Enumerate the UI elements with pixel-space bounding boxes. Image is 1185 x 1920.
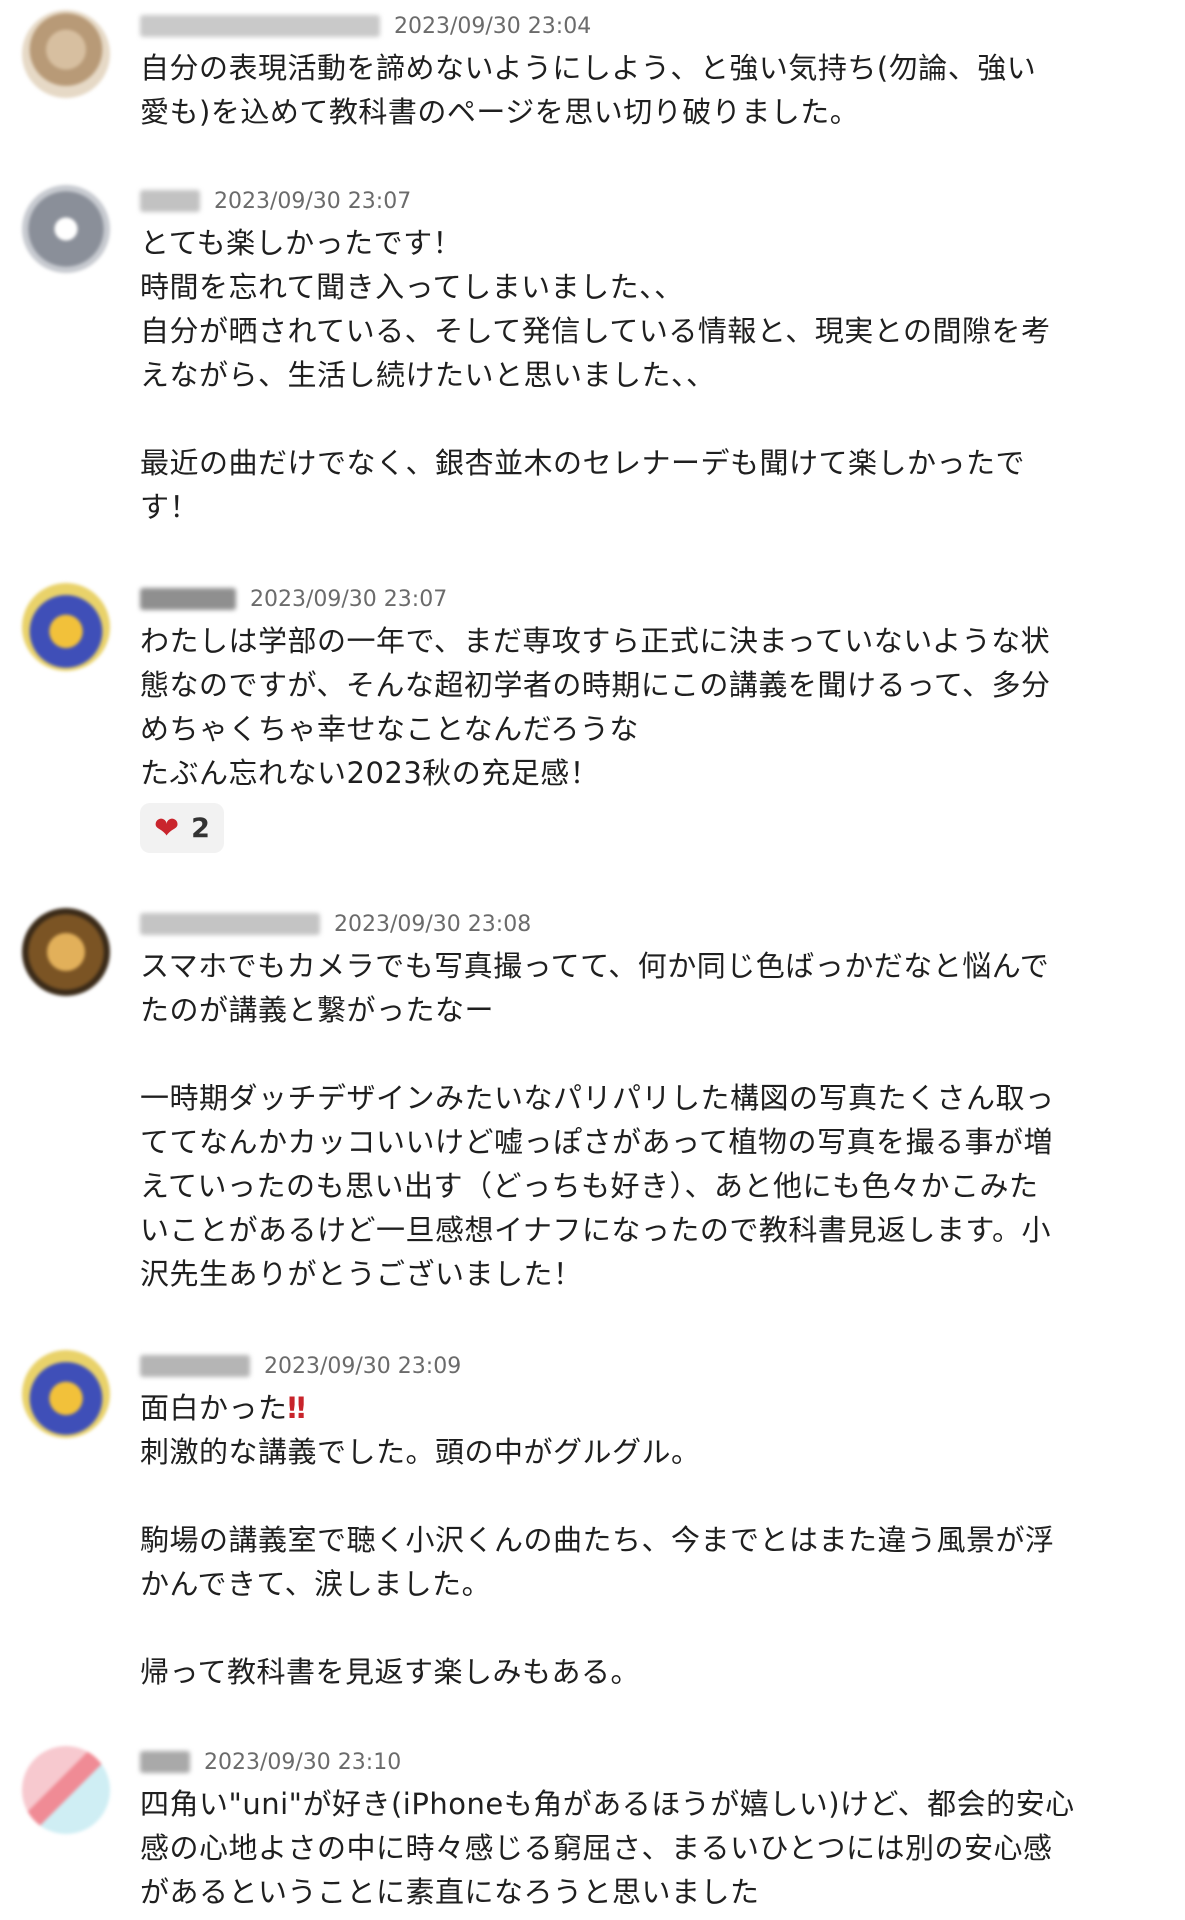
username-blurred[interactable]	[140, 588, 236, 610]
comment-line: たぶん忘れない2023秋の充足感！	[140, 756, 600, 790]
comment-line: ててなんかカッコいいけど嘘っぽさがあって植物の写真を撮る事が増	[140, 1125, 1054, 1159]
comment-timestamp: 2023/09/30 23:07	[214, 188, 412, 214]
comment-line: 沢先生ありがとうございました！	[140, 1257, 583, 1291]
heart-icon: ❤	[154, 810, 180, 846]
username-blurred[interactable]	[140, 1751, 190, 1773]
comment-line: 最近の曲だけでなく、銀杏並木のセレナーデも聞けて楽しかったで	[140, 446, 1026, 480]
comment-line: 一時期ダッチデザインみたいなパリパリした構図の写真たくさん取っ	[140, 1081, 1055, 1115]
comment-line: 面白かった‼	[140, 1386, 1133, 1430]
comment-line-blank	[140, 397, 1133, 441]
username-blurred[interactable]	[140, 1355, 250, 1377]
username-blurred[interactable]	[140, 15, 380, 37]
comment-line: めちゃくちゃ幸せなことなんだろうな	[140, 712, 639, 746]
comment-body: 面白かった‼ 刺激的な講義でした。頭の中がグルグル。 駒場の講義室で聴く小沢くん…	[140, 1386, 1133, 1694]
comment-timestamp: 2023/09/30 23:08	[334, 911, 532, 937]
comment-body: スマホでもカメラでも写真撮ってて、何か同じ色ばっかだなと悩んで たのが講義と繋が…	[140, 944, 1133, 1296]
user-avatar[interactable]	[22, 10, 110, 98]
user-avatar[interactable]	[22, 1746, 110, 1834]
reaction-count: 2	[191, 812, 210, 844]
comment-line: 愛も)を込めて教科書のページを思い切り破りました。	[140, 95, 860, 129]
comment-line: スマホでもカメラでも写真撮ってて、何か同じ色ばっかだなと悩んで	[140, 949, 1050, 983]
username-blurred[interactable]	[140, 913, 320, 935]
username-blurred[interactable]	[140, 190, 200, 212]
comment-line: かんできて、涙しました。	[140, 1567, 492, 1601]
comment-line: 時間を忘れて聞き入ってしまいました、、	[140, 270, 684, 304]
double-exclamation-icon: ‼	[287, 1391, 307, 1425]
comment-line: いことがあるけど一旦感想イナフになったので教科書見返します。小	[140, 1213, 1052, 1247]
comment-timestamp: 2023/09/30 23:10	[204, 1749, 402, 1775]
comment-line-text: 面白かった	[140, 1391, 288, 1425]
comment-line: す！	[140, 490, 200, 524]
comment-line: わたしは学部の一年で、まだ専攻すら正式に決まっていないような状	[140, 624, 1051, 658]
comment-line: 自分の表現活動を諦めないようにしよう、と強い気持ち(勿論、強い	[140, 51, 1037, 85]
comment-timestamp: 2023/09/30 23:04	[394, 13, 592, 39]
comment-line: 刺激的な講義でした。頭の中がグルグル。	[140, 1435, 701, 1469]
comment-line: 態なのですが、そんな超初学者の時期にこの講義を聞けるって、多分	[140, 668, 1051, 702]
comment-body: 四角い"uni"が好き(iPhoneも角があるほうが嬉しい)けど、都会的安心 感…	[140, 1782, 1133, 1914]
comment-line: 帰って教科書を見返す楽しみもある。	[140, 1655, 641, 1689]
user-avatar[interactable]	[22, 1350, 110, 1438]
comment-line: たのが講義と繋がったなー	[140, 993, 495, 1027]
comment-line: 感の心地よさの中に時々感じる窮屈さ、まるいひとつには別の安心感	[140, 1831, 1053, 1865]
reaction-button[interactable]: ❤ 2	[140, 803, 224, 853]
comment-line: 四角い"uni"が好き(iPhoneも角があるほうが嬉しい)けど、都会的安心	[140, 1787, 1075, 1821]
comment-line-blank	[140, 1032, 1133, 1076]
comment-body: わたしは学部の一年で、まだ専攻すら正式に決まっていないような状 態なのですが、そ…	[140, 619, 1133, 853]
comment-timestamp: 2023/09/30 23:07	[250, 586, 448, 612]
comment-line-blank	[140, 1474, 1133, 1518]
comment-line: とても楽しかったです！	[140, 226, 463, 260]
user-avatar[interactable]	[22, 583, 110, 671]
comment-line: があるということに素直になろうと思いました	[140, 1875, 760, 1909]
comment-line: えながら、生活し続けたいと思いました、、	[140, 358, 716, 392]
user-avatar[interactable]	[22, 185, 110, 273]
comment-line-blank	[140, 1606, 1133, 1650]
user-avatar[interactable]	[22, 908, 110, 996]
comment-feed: 2023/09/30 23:04 自分の表現活動を諦めないようにしよう、と強い気…	[0, 0, 1185, 1920]
comment-body: 自分の表現活動を諦めないようにしよう、と強い気持ち(勿論、強い 愛も)を込めて教…	[140, 46, 1133, 134]
comment-line: 駒場の講義室で聴く小沢くんの曲たち、今までとはまた違う風景が浮	[140, 1523, 1055, 1557]
comment-body: とても楽しかったです！ 時間を忘れて聞き入ってしまいました、、 自分が晒されてい…	[140, 221, 1133, 529]
comment-line: 自分が晒されている、そして発信している情報と、現実との間隙を考	[140, 314, 1051, 348]
comment-timestamp: 2023/09/30 23:09	[264, 1353, 462, 1379]
comment-line: えていったのも思い出す（どっちも好き）、あと他にも色々かこみた	[140, 1169, 1039, 1203]
